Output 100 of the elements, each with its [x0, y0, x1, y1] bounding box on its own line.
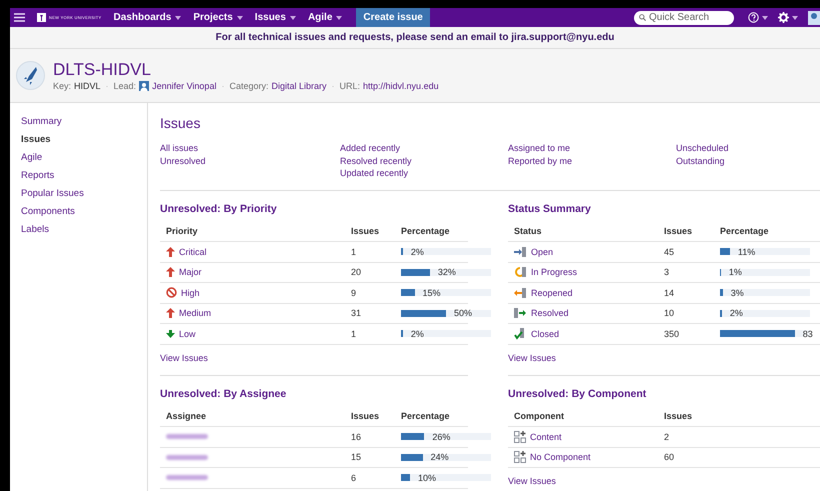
percentage-text: 1% [728, 267, 742, 278]
nav-menu[interactable]: Agile [308, 12, 342, 23]
row-link[interactable]: Critical [179, 246, 207, 257]
row-link[interactable]: Content [530, 432, 562, 442]
nav-menu[interactable]: Dashboards [114, 12, 182, 23]
row-link[interactable]: High [181, 288, 200, 298]
filter-link[interactable]: Updated recently [340, 167, 508, 180]
nav-menu[interactable]: Issues [254, 12, 296, 23]
filter-link[interactable]: Added recently [340, 142, 508, 154]
settings-icon[interactable] [778, 12, 789, 23]
filter-link[interactable]: Reported by me [508, 154, 676, 167]
blurred-name [166, 475, 208, 480]
view-issues-link[interactable]: View Issues [508, 476, 556, 486]
search-field[interactable]: Quick Search [634, 10, 734, 24]
percentage-text: 2% [730, 308, 743, 318]
filter-link[interactable]: Resolved recently [340, 154, 508, 167]
percentage-text: 24% [430, 452, 449, 462]
row-link[interactable]: In Progress [531, 267, 578, 278]
percentage-text: 2% [410, 328, 424, 339]
sidebar-item[interactable]: Components [21, 205, 147, 218]
nav-menu[interactable]: Projects [193, 12, 243, 23]
arrow-up-icon [166, 267, 175, 278]
lead-link[interactable]: Jennifer Vinopal [152, 81, 216, 91]
column-header: Issues [664, 226, 694, 236]
percentage-text: 11% [738, 246, 756, 257]
sidebar-item[interactable]: Issues [21, 133, 147, 146]
percentage-text: 15% [422, 288, 441, 298]
view-issues-link[interactable]: View Issues [508, 352, 556, 362]
column-header: Component [514, 411, 565, 422]
announcement-text: For all technical issues and requests, please send an email to jira.support@nyu.edu [216, 32, 614, 43]
status-resolved-icon [514, 307, 527, 320]
row-link[interactable]: No Component [530, 452, 591, 462]
row-link[interactable]: Major [179, 267, 202, 278]
issue-count: 350 [664, 328, 680, 339]
blurred-name [166, 454, 208, 460]
status-closed-icon [514, 328, 527, 340]
issue-count: 45 [664, 246, 676, 257]
filter-link[interactable]: Assigned to me [508, 142, 676, 154]
filter-link[interactable]: Unscheduled [676, 142, 820, 154]
sidebar-item[interactable]: Reports [21, 169, 147, 182]
row-link[interactable]: Open [531, 246, 554, 257]
caret-icon [762, 16, 768, 20]
issue-count: 60 [664, 452, 676, 462]
column-header: Priority [166, 226, 199, 236]
row-link[interactable]: Resolved [531, 308, 569, 318]
blocked-icon [166, 287, 177, 298]
column-header: Issues [351, 226, 380, 236]
column-header: Percentage [401, 411, 451, 422]
sidebar-item[interactable]: Summary [21, 115, 147, 128]
row-link[interactable]: Low [179, 328, 196, 339]
arrow-up-icon [166, 308, 175, 318]
issue-count: 1 [351, 246, 358, 257]
issue-count: 3 [664, 267, 670, 278]
arrow-up-icon [166, 246, 175, 257]
column-header: Percentage [401, 226, 451, 236]
menu-icon[interactable] [14, 13, 25, 22]
separator-dot: · [106, 81, 109, 91]
row-link[interactable]: Reopened [531, 288, 573, 298]
percentage-text: 32% [438, 267, 456, 278]
meta-label: URL: [340, 81, 360, 91]
issue-count: 20 [351, 267, 362, 278]
sidebar-item[interactable]: Agile [21, 151, 147, 164]
component-icon [514, 430, 526, 443]
meta-label: Key: [53, 81, 72, 91]
meta-label: Lead: [114, 81, 136, 91]
percentage-text: 3% [730, 288, 744, 298]
help-icon[interactable] [748, 12, 759, 23]
caret-icon [792, 16, 798, 20]
create-issue-button[interactable]: Create issue [356, 8, 430, 27]
project-name: DLTS-HIDVL [53, 60, 152, 79]
user-avatar-icon [139, 81, 150, 91]
caret-icon [290, 16, 296, 20]
torch-logo-icon [37, 13, 46, 22]
panel-title: Unresolved: By Assignee [160, 388, 288, 400]
issue-count: 31 [351, 308, 362, 318]
column-header: Issues [351, 411, 380, 422]
filter-link[interactable]: Unresolved [160, 154, 340, 167]
issue-count: 2 [664, 432, 670, 442]
issue-count: 9 [351, 288, 358, 298]
url-link[interactable]: http://hidvl.nyu.edu [363, 81, 439, 91]
issue-count: 10 [664, 308, 676, 318]
sidebar-item[interactable]: Popular Issues [21, 187, 147, 200]
filter-link[interactable]: Outstanding [676, 154, 820, 167]
filter-link[interactable]: All issues [160, 142, 340, 154]
view-issues-link[interactable]: View Issues [160, 352, 208, 362]
caret-icon [175, 16, 182, 20]
user-avatar-icon[interactable] [808, 10, 820, 24]
issue-count: 1 [351, 328, 358, 339]
meta-value: HIDVL [74, 81, 101, 91]
panel-title: Unresolved: By Priority [160, 202, 278, 216]
issue-count: 16 [351, 432, 362, 442]
meta-label: Category: [229, 81, 268, 91]
row-link[interactable]: Medium [179, 308, 212, 318]
issue-count: 6 [351, 472, 358, 483]
row-link[interactable]: Closed [531, 328, 560, 339]
column-header: Status [514, 226, 543, 236]
category-link[interactable]: Digital Library [271, 81, 327, 91]
column-header: Assignee [166, 411, 208, 422]
sidebar-item[interactable]: Labels [21, 223, 147, 236]
percentage-text: 2% [410, 246, 424, 257]
